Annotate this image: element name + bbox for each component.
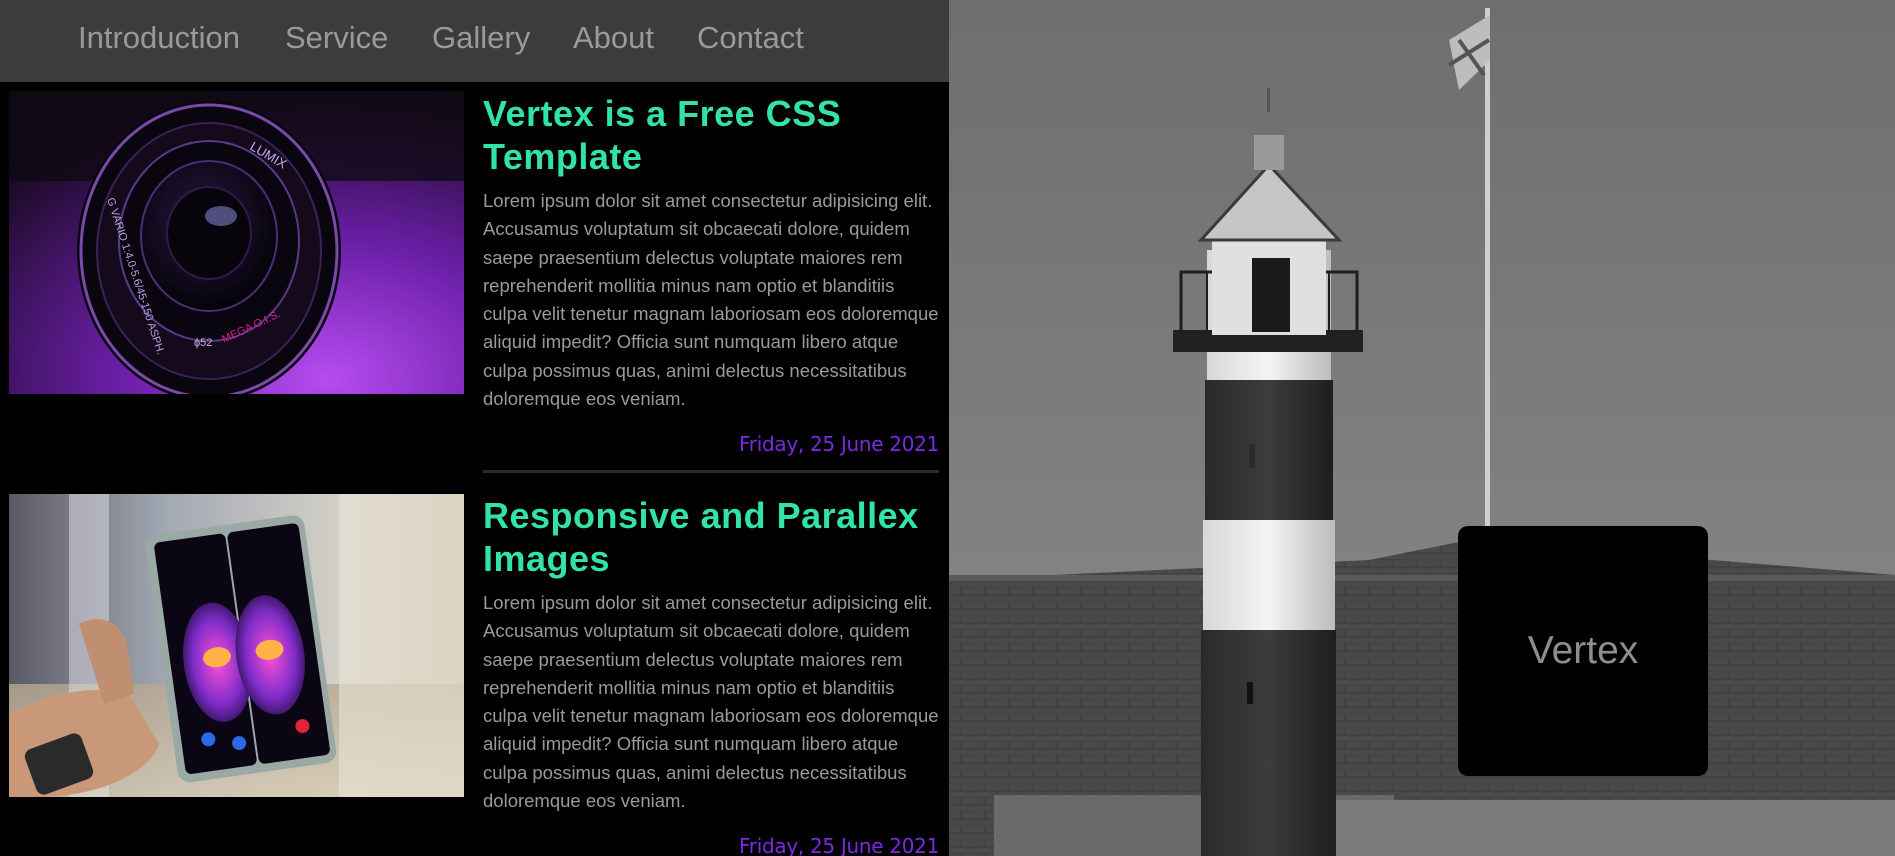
brand-box: Vertex (1458, 526, 1708, 776)
nav-item-gallery[interactable]: Gallery (432, 19, 530, 57)
camera-lens-image: LUMIX G VARIO 1:4.0-5.6/45-150 ASPH. ϕ52… (9, 91, 464, 394)
article-body: Lorem ipsum dolor sit amet consectetur a… (483, 190, 939, 410)
hero-parallax: Vertex (949, 0, 1895, 856)
nav-item-contact[interactable]: Contact (697, 19, 804, 57)
nav-item-introduction[interactable]: Introduction (78, 19, 240, 57)
article-body: Lorem ipsum dolor sit amet consectetur a… (483, 592, 939, 812)
main-nav: Introduction Service Gallery About Conta… (0, 0, 949, 82)
article-title[interactable]: Responsive and Parallex Images (483, 494, 943, 580)
svg-text:ϕ52: ϕ52 (194, 337, 212, 349)
brand-name[interactable]: Vertex (1528, 629, 1639, 673)
foldable-phone-image (9, 494, 464, 797)
article-title[interactable]: Vertex is a Free CSS Template (483, 92, 943, 178)
lighthouse-image (949, 0, 1895, 856)
content-column: Introduction Service Gallery About Conta… (0, 0, 949, 856)
article-date: Friday, 25 June 2021 (739, 432, 939, 456)
nav-item-service[interactable]: Service (285, 19, 388, 57)
nav-item-about[interactable]: About (573, 19, 654, 57)
article-date: Friday, 25 June 2021 (739, 834, 939, 856)
article-divider (483, 470, 939, 473)
